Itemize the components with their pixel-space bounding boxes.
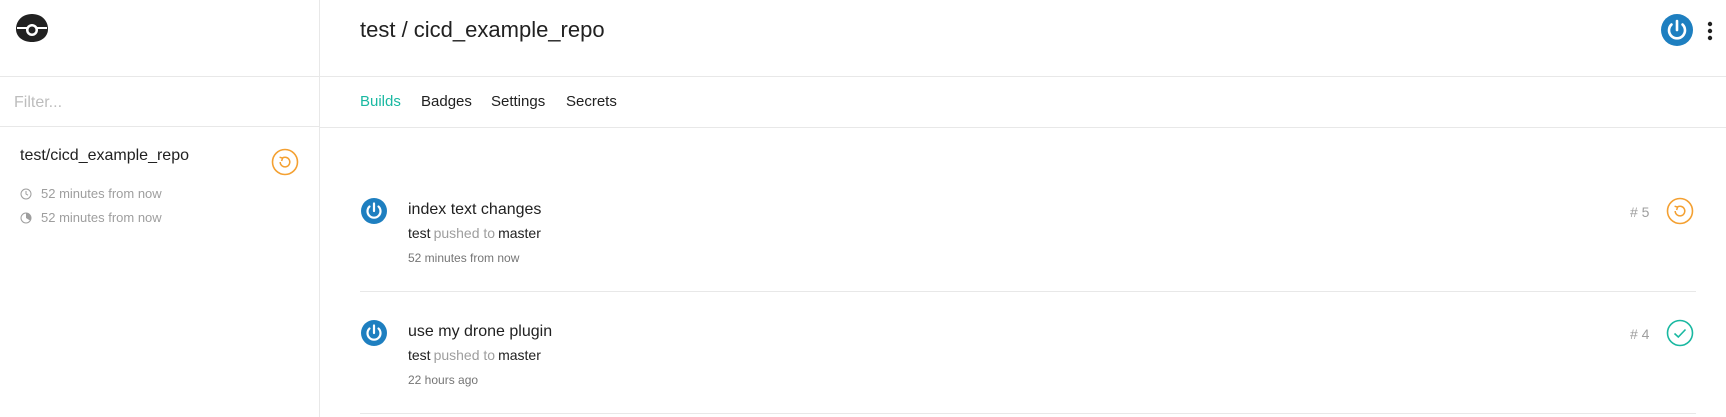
- check-circle-icon: [1666, 319, 1694, 347]
- page-title: test / cicd_example_repo: [360, 17, 605, 42]
- repo-finished-text: 52 minutes from now: [41, 210, 162, 225]
- build-time: 22 hours ago: [408, 373, 479, 387]
- filter-input[interactable]: [14, 91, 294, 115]
- power-avatar-icon: [361, 320, 387, 346]
- power-avatar-icon[interactable]: [1660, 13, 1694, 47]
- build-message: index text changes: [408, 201, 542, 218]
- build-number: # 4: [1630, 326, 1650, 342]
- repo-name: test/cicd_example_repo: [20, 147, 189, 164]
- build-row[interactable]: use my drone plugin test pushed to master …: [360, 292, 1696, 414]
- app: test/cicd_example_repo 52 minutes from n…: [0, 0, 1726, 417]
- timer-icon: [20, 212, 32, 223]
- build-action: pushed to: [433, 225, 496, 241]
- drone-logo-icon[interactable]: [14, 12, 50, 44]
- refresh-circle-icon: [271, 148, 299, 176]
- more-vertical-icon[interactable]: [1705, 20, 1715, 42]
- build-branch: master: [498, 225, 541, 241]
- main-content: test / cicd_example_repo Builds Badges S…: [320, 0, 1726, 417]
- sidebar: test/cicd_example_repo 52 minutes from n…: [0, 0, 320, 417]
- build-row[interactable]: index text changes test pushed to master 5…: [360, 170, 1696, 292]
- repo-started: 52 minutes from now: [20, 186, 162, 201]
- filter-bar: [0, 77, 319, 127]
- top-header: test / cicd_example_repo: [320, 0, 1726, 77]
- clock-icon: [20, 188, 32, 199]
- tab-secrets[interactable]: Secrets: [566, 93, 617, 110]
- build-author: test: [408, 347, 431, 363]
- build-time: 52 minutes from now: [408, 251, 520, 265]
- build-number: # 5: [1630, 204, 1650, 220]
- sidebar-repo-item[interactable]: test/cicd_example_repo 52 minutes from n…: [0, 128, 319, 238]
- tab-builds[interactable]: Builds: [360, 93, 401, 110]
- repo-started-text: 52 minutes from now: [41, 186, 162, 201]
- build-message: use my drone plugin: [408, 323, 553, 340]
- tab-settings[interactable]: Settings: [491, 93, 545, 110]
- power-avatar-icon: [361, 198, 387, 224]
- build-commit-info: test pushed to master: [408, 225, 541, 241]
- tab-bar: Builds Badges Settings Secrets: [320, 77, 1726, 128]
- refresh-circle-icon: [1666, 197, 1694, 225]
- tab-badges[interactable]: Badges: [421, 93, 472, 110]
- sidebar-header: [0, 0, 319, 77]
- build-author: test: [408, 225, 431, 241]
- repo-finished: 52 minutes from now: [20, 210, 162, 225]
- build-action: pushed to: [433, 347, 496, 363]
- build-commit-info: test pushed to master: [408, 347, 541, 363]
- build-branch: master: [498, 347, 541, 363]
